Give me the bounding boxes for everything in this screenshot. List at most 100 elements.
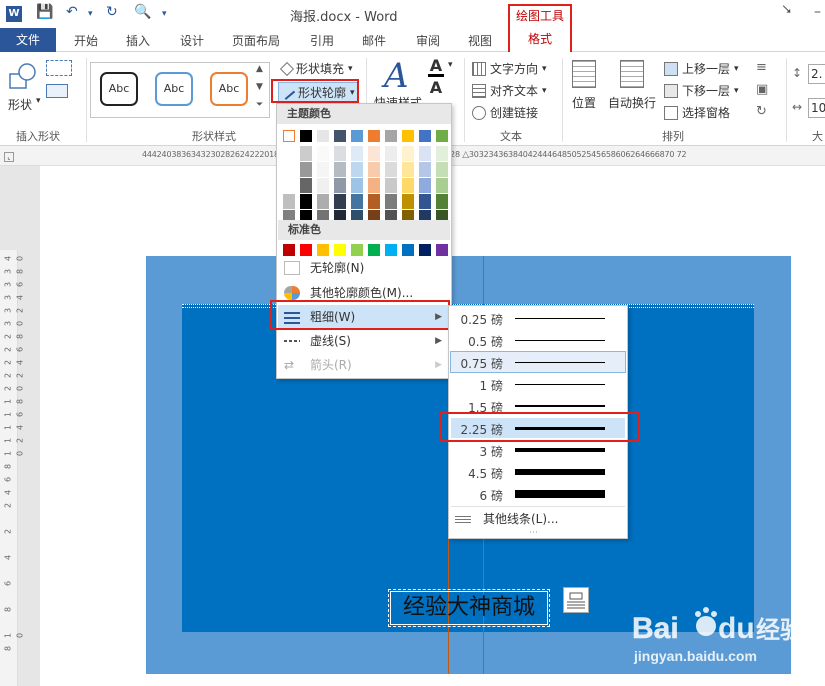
theme-color-swatch[interactable] [419,194,431,209]
theme-color-swatch[interactable] [351,194,363,209]
text-box-icon[interactable] [46,84,68,98]
minimize-icon[interactable]: – [814,4,821,20]
theme-color-swatch[interactable] [419,130,431,142]
theme-color-swatch[interactable] [419,146,431,161]
text-fill-dropdown-icon[interactable]: ▾ [448,60,453,70]
save-icon[interactable]: 💾 [36,4,53,20]
theme-color-swatch[interactable] [317,194,329,209]
theme-color-swatch[interactable] [283,178,295,193]
print-preview-icon[interactable]: 🔍 [134,4,151,20]
theme-color-swatch[interactable] [283,194,295,209]
text-fill-icon[interactable]: A [428,58,444,77]
bring-forward-button[interactable]: 上移一层 ▾ [664,60,739,77]
theme-color-swatch[interactable] [334,146,346,161]
weight-option[interactable]: 3 磅 [451,440,625,460]
tab-mailings[interactable]: 邮件 [362,32,386,49]
theme-color-swatch[interactable] [368,178,380,193]
standard-color-swatch[interactable] [402,244,414,256]
shapes-gallery-button[interactable] [8,62,38,95]
shapes-label[interactable]: 形状 [8,96,32,113]
theme-color-swatch[interactable] [385,146,397,161]
send-backward-button[interactable]: 下移一层 ▾ [664,82,739,99]
tab-design[interactable]: 设计 [180,32,204,49]
theme-color-swatch[interactable] [436,194,448,209]
wrap-text-icon[interactable] [620,60,644,88]
theme-color-swatch[interactable] [300,162,312,177]
text-outline-icon[interactable]: A [428,80,444,96]
standard-color-swatch[interactable] [368,244,380,256]
tab-view[interactable]: 视图 [468,32,492,49]
wordart-icon[interactable]: A [384,56,409,96]
theme-color-swatch[interactable] [368,194,380,209]
theme-color-swatch[interactable] [436,130,448,142]
tab-references[interactable]: 引用 [310,32,334,49]
theme-color-swatch[interactable] [351,178,363,193]
theme-color-swatch[interactable] [300,178,312,193]
theme-color-swatch[interactable] [436,146,448,161]
weight-option[interactable]: 6 磅 [451,484,625,504]
theme-color-swatch[interactable] [368,162,380,177]
wrap-text-label[interactable]: 自动换行 [608,94,656,111]
position-label[interactable]: 位置 [572,94,596,111]
theme-color-swatch[interactable] [334,162,346,177]
caption-text[interactable]: 经验大神商城 [390,591,548,625]
undo-dropdown-icon[interactable]: ▾ [88,9,93,19]
create-link-button[interactable]: 创建链接 [472,104,538,121]
weight-option[interactable]: 0.5 磅 [451,330,625,350]
standard-color-swatch[interactable] [419,244,431,256]
theme-color-swatch[interactable] [283,130,295,142]
gallery-scroll-up-icon[interactable]: ▲ [256,64,263,74]
align-text-button[interactable]: 对齐文本 ▾ [472,82,547,99]
undo-icon[interactable]: ↶ [66,4,78,20]
word-app-icon[interactable]: W [6,6,22,22]
dashes-item[interactable]: 虚线(S) ▶ [278,329,450,353]
weight-option[interactable]: 1 磅 [451,374,625,394]
arrows-item[interactable]: ⇄ 箭头(R) ▶ [278,353,450,377]
standard-color-swatch[interactable] [317,244,329,256]
shape-fill-button[interactable]: 形状填充 ▾ [279,60,353,77]
standard-color-swatch[interactable] [385,244,397,256]
theme-color-swatch[interactable] [334,130,346,142]
standard-color-swatch[interactable] [283,244,295,256]
theme-color-swatch[interactable] [317,162,329,177]
standard-color-swatch[interactable] [334,244,346,256]
shape-style-sample-2[interactable]: Abc [155,72,193,106]
standard-color-swatch[interactable] [351,244,363,256]
theme-color-swatch[interactable] [300,146,312,161]
theme-color-swatch[interactable] [402,178,414,193]
customize-qat-icon[interactable]: ▾ [162,9,167,19]
ruler-indent-marker-icon[interactable]: △ [462,150,469,160]
theme-color-swatch[interactable] [385,130,397,142]
theme-color-swatch[interactable] [436,162,448,177]
tab-home[interactable]: 开始 [74,32,98,49]
theme-color-swatch[interactable] [317,178,329,193]
weight-option[interactable]: 0.75 磅 [450,351,626,373]
theme-color-swatch[interactable] [419,162,431,177]
standard-color-swatch[interactable] [436,244,448,256]
tab-insert[interactable]: 插入 [126,32,150,49]
align-icon[interactable]: ≡ [756,60,767,75]
caption-text-box[interactable]: 经验大神商城 [388,589,550,627]
theme-color-swatch[interactable] [334,194,346,209]
theme-color-swatch[interactable] [300,130,312,142]
more-lines-item[interactable]: 其他线条(L)... [451,509,625,529]
group-icon[interactable]: ▣ [756,82,768,97]
theme-color-swatch[interactable] [317,130,329,142]
theme-color-swatch[interactable] [402,130,414,142]
weight-option[interactable]: 4.5 磅 [451,462,625,482]
layout-options-icon[interactable] [563,587,589,613]
text-direction-button[interactable]: 文字方向 ▾ [472,60,547,77]
rotate-icon[interactable]: ↻ [756,104,767,119]
tab-file[interactable]: 文件 [0,28,56,52]
tab-review[interactable]: 审阅 [416,32,440,49]
theme-color-swatch[interactable] [334,178,346,193]
theme-color-swatch[interactable] [283,146,295,161]
theme-color-swatch[interactable] [402,194,414,209]
standard-color-swatch[interactable] [300,244,312,256]
theme-color-swatch[interactable] [300,194,312,209]
ribbon-display-options-icon[interactable]: ⭨ [782,2,791,18]
theme-color-swatch[interactable] [368,130,380,142]
selection-pane-button[interactable]: 选择窗格 [664,104,730,121]
redo-icon[interactable]: ↻ [106,4,118,20]
theme-color-swatch[interactable] [385,178,397,193]
